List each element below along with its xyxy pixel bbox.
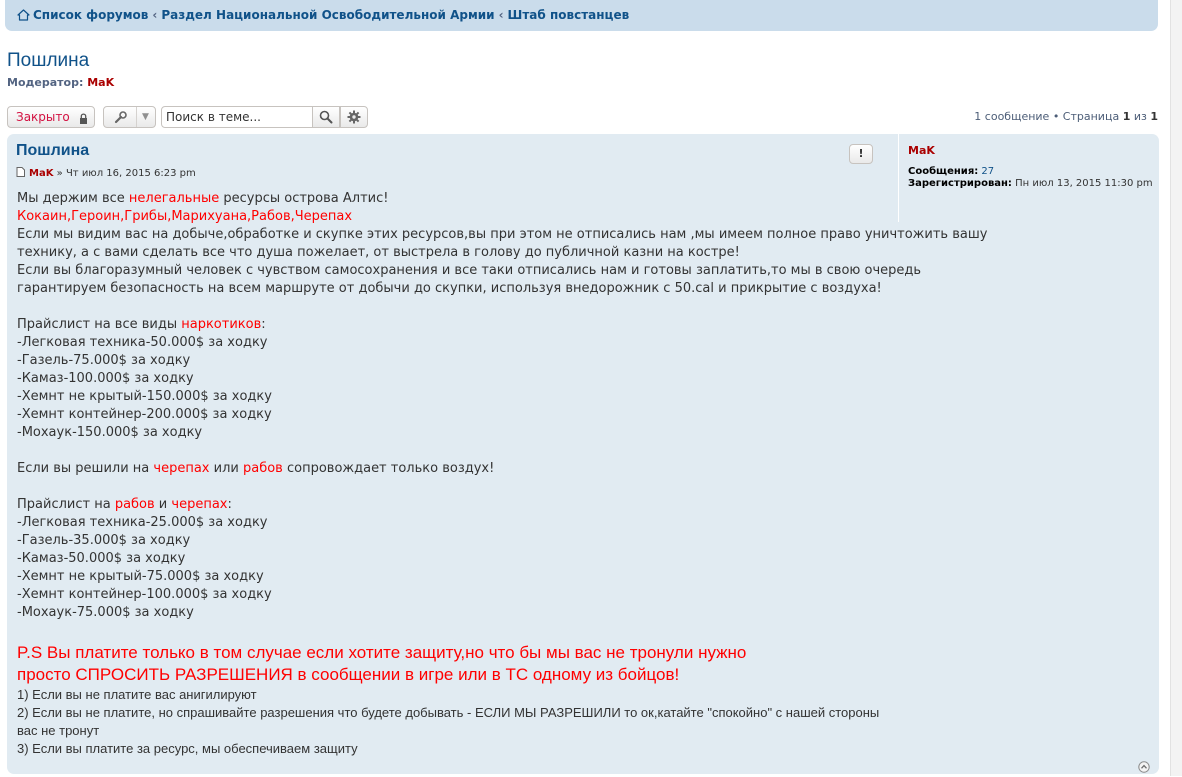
report-button[interactable]: ! xyxy=(849,144,873,164)
text-line: Если вы решили на черепах или рабов сопр… xyxy=(17,461,495,476)
rules-list: 1) Если вы не платите вас анигилируют 2)… xyxy=(17,686,879,758)
post-profile: MaK Сообщения: 27 Зарегистрирован: Пн ию… xyxy=(898,134,1159,222)
price-item: -Хемнт не крытый-150.000$ за ходку xyxy=(17,389,272,404)
post-date: Чт июл 16, 2015 6:23 pm xyxy=(65,168,196,179)
pagination-count: 1 сообщение • Страница xyxy=(974,110,1120,123)
search-button[interactable] xyxy=(312,106,340,128)
profile-posts-label: Сообщения: xyxy=(908,166,979,177)
highlighted-word: черепах xyxy=(153,461,210,476)
price-item: -Легковая техника-25.000$ за ходку xyxy=(17,515,268,530)
profile-registered-label: Зарегистрирован: xyxy=(908,178,1012,189)
lock-icon xyxy=(79,111,88,131)
breadcrumb-item-section[interactable]: Раздел Национальной Освободительной Арми… xyxy=(161,8,494,22)
profile-registered: Зарегистрирован: Пн июл 13, 2015 11:30 p… xyxy=(908,178,1153,189)
resource-list: Кокаин,Героин,Грибы,Марихуана,Рабов,Чере… xyxy=(17,209,353,224)
highlighted-word: черепах xyxy=(171,497,228,512)
ps-line-2: просто СПРОСИТЬ РАЗРЕШЕНИЯ в сообщении в… xyxy=(17,665,680,684)
text-line: гарантируем безопасность на всем маршрут… xyxy=(17,281,882,296)
post-content: Мы держим все нелегальные ресурсы остров… xyxy=(17,190,988,758)
profile-posts: Сообщения: 27 xyxy=(908,166,994,177)
text-line: технику, а с вами сделать все что душа п… xyxy=(17,245,740,260)
pagination-current: 1 xyxy=(1122,110,1131,123)
breadcrumb-item-hq[interactable]: Штаб повстанцев xyxy=(508,8,630,22)
pagination-of: из xyxy=(1133,110,1147,123)
price-item: -Газель-75.000$ за ходку xyxy=(17,353,191,368)
pricelist-heading: Прайслист на все виды наркотиков: xyxy=(17,317,266,332)
post-meta: MaK » Чт июл 16, 2015 6:23 pm xyxy=(16,167,196,180)
ps-notice: P.S Вы платите только в том случае если … xyxy=(17,642,879,686)
highlighted-word: нелегальные xyxy=(128,191,220,206)
profile-name[interactable]: MaK xyxy=(908,144,935,157)
divider xyxy=(136,107,137,127)
highlighted-word: рабов xyxy=(242,461,283,476)
price-item: -Камаз-50.000$ за ходку xyxy=(17,551,186,566)
pagination-total: 1 xyxy=(1150,110,1158,123)
highlighted-word: наркотиков xyxy=(181,317,262,332)
rule-item: 2) Если вы не платите, но спрашивайте ра… xyxy=(17,705,880,720)
rule-item: 3) Если вы платите за ресурс, мы обеспеч… xyxy=(17,741,358,756)
search-input[interactable]: Поиск в теме... xyxy=(161,106,313,128)
wrench-icon xyxy=(113,110,128,131)
chevron-down-icon: ▼ xyxy=(142,112,149,122)
text-line: Если мы видим вас на добыче,обработке и … xyxy=(17,227,988,242)
pricelist-heading: Прайслист на рабов и черепах: xyxy=(17,497,232,512)
rule-item: 1) Если вы не платите вас анигилируют xyxy=(17,687,257,702)
breadcrumb-bar: Список форумов ‹ Раздел Национальной Освоб… xyxy=(5,0,1158,31)
post: Пошлина MaK » Чт июл 16, 2015 6:23 pm ! … xyxy=(7,134,1159,774)
post-title[interactable]: Пошлина xyxy=(16,142,89,160)
profile-registered-value: Пн июл 13, 2015 11:30 pm xyxy=(1015,178,1153,189)
price-item: -Хемнт контейнер-100.000$ за ходку xyxy=(17,587,272,602)
price-item: -Мохаук-150.000$ за ходку xyxy=(17,425,203,440)
ps-line-1: P.S Вы платите только в том случае если … xyxy=(17,643,747,662)
locked-button[interactable]: Закрыто xyxy=(7,106,95,128)
page-scrollbar[interactable] xyxy=(1170,0,1182,776)
breadcrumb-separator: ‹ xyxy=(498,8,504,22)
advanced-search-button[interactable] xyxy=(340,106,368,128)
rule-item: вас не тронут xyxy=(17,723,100,738)
highlighted-word: рабов xyxy=(114,497,155,512)
price-item: -Мохаук-75.000$ за ходку xyxy=(17,605,194,620)
text-line: Если вы благоразумный человек с чувством… xyxy=(17,263,922,278)
price-item: -Камаз-100.000$ за ходку xyxy=(17,371,194,386)
breadcrumb-item-forums[interactable]: Список форумов xyxy=(33,8,148,22)
text-line: Мы держим все нелегальные ресурсы остров… xyxy=(17,191,389,206)
moderator-label: Модератор: xyxy=(7,76,84,89)
moderator-name[interactable]: MaK xyxy=(87,76,114,89)
topic-tools-button[interactable]: ▼ xyxy=(103,106,156,128)
pagination-info: 1 сообщение • Страница 1 из 1 xyxy=(974,110,1158,123)
locked-label: Закрыто xyxy=(16,110,70,124)
post-meta-separator: » xyxy=(56,168,63,179)
profile-posts-value[interactable]: 27 xyxy=(981,166,994,177)
moderator-line: Модератор: MaK xyxy=(7,76,114,89)
back-to-top-icon[interactable] xyxy=(1138,758,1150,773)
page: Список форумов ‹ Раздел Национальной Освоб… xyxy=(0,0,1170,776)
price-item: -Легковая техника-50.000$ за ходку xyxy=(17,335,268,350)
price-item: -Хемнт не крытый-75.000$ за ходку xyxy=(17,569,264,584)
post-author[interactable]: MaK xyxy=(29,168,53,179)
document-icon[interactable] xyxy=(16,167,25,180)
price-item: -Газель-35.000$ за ходку xyxy=(17,533,191,548)
breadcrumb: Список форумов ‹ Раздел Национальной Освоб… xyxy=(17,8,629,24)
price-item: -Хемнт контейнер-200.000$ за ходку xyxy=(17,407,272,422)
page-title[interactable]: Пошлина xyxy=(7,50,89,72)
breadcrumb-separator: ‹ xyxy=(152,8,158,22)
home-icon[interactable] xyxy=(17,9,30,24)
